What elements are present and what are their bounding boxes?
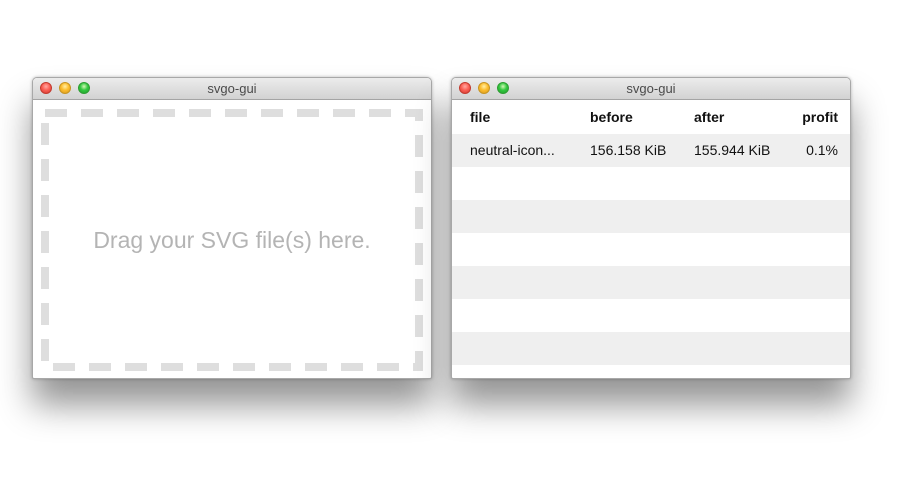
empty-row [452,266,850,299]
window-title: svgo-gui [207,81,257,96]
desktop: svgo-gui Drag your SVG file(s) here. svg… [0,0,900,500]
column-header-before[interactable]: before [590,100,633,134]
svg-drop-zone[interactable]: Drag your SVG file(s) here. [41,109,423,371]
drop-window-titlebar[interactable]: svgo-gui [33,78,431,100]
results-window-titlebar[interactable]: svgo-gui [452,78,850,100]
empty-row [452,167,850,200]
results-table: file before after profit neutral-icon...… [452,100,850,378]
empty-row [452,233,850,266]
empty-row [452,200,850,233]
drop-instructions: Drag your SVG file(s) here. [93,227,371,253]
empty-row [452,299,850,332]
cell-file: neutral-icon... [470,142,555,158]
empty-row [452,332,850,365]
column-header-after[interactable]: after [694,100,724,134]
column-header-file[interactable]: file [470,100,574,134]
column-header-profit[interactable]: profit [802,100,838,134]
cell-profit: 0.1% [806,142,838,158]
cell-before: 156.158 KiB [590,142,667,158]
window-title: svgo-gui [626,81,676,96]
drop-window: svgo-gui Drag your SVG file(s) here. [32,77,432,379]
table-row[interactable]: neutral-icon... 156.158 KiB 155.944 KiB … [452,134,850,167]
cell-after: 155.944 KiB [694,142,771,158]
empty-row [452,365,850,378]
table-header: file before after profit [452,100,850,134]
results-window: svgo-gui file before after profit neutra… [451,77,851,379]
